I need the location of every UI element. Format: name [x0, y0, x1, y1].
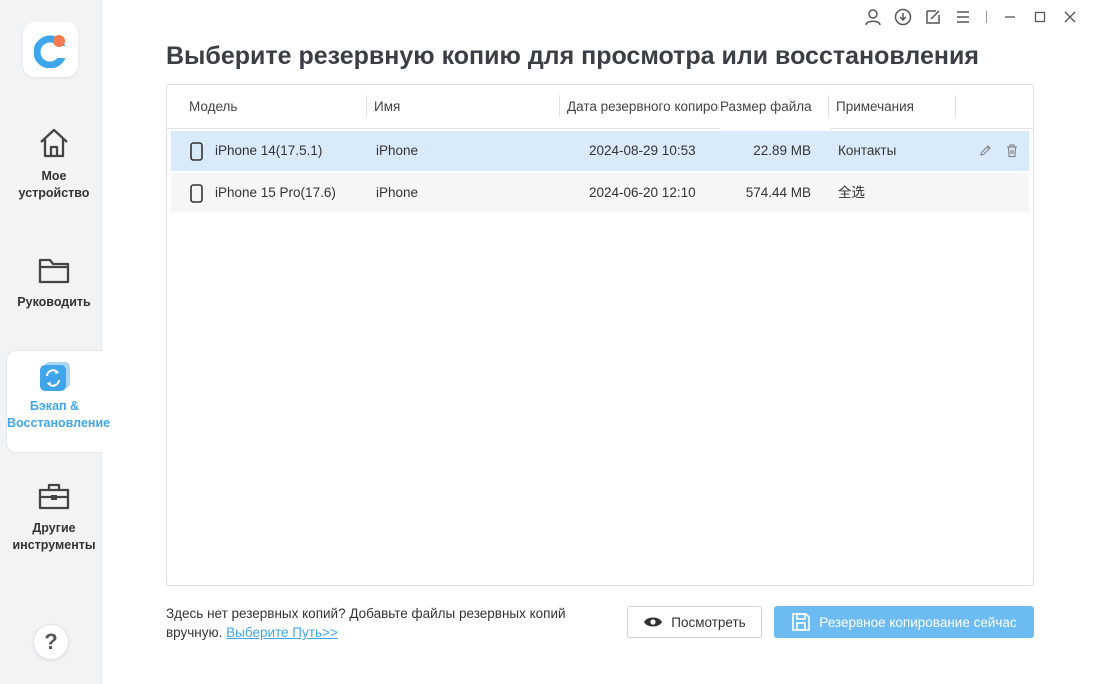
minimize-button[interactable]: [995, 6, 1025, 28]
home-icon: [40, 128, 68, 158]
close-icon: [1064, 11, 1076, 23]
sidebar: Мое устройство Руководить Бэкап & Восста…: [0, 0, 111, 684]
page-title: Выберите резервную копию для просмотра и…: [166, 42, 979, 70]
logo-icon: [33, 34, 68, 68]
minimize-icon: [1005, 16, 1015, 18]
cell-name: iPhone: [376, 185, 419, 200]
cell-note: 全选: [838, 185, 865, 200]
column-divider[interactable]: [366, 95, 367, 117]
download-icon: [894, 8, 912, 26]
phone-icon: [190, 142, 203, 161]
sidebar-item-label: Другие инструменты: [12, 521, 96, 552]
cell-date: 2024-06-20 12:10: [589, 185, 696, 200]
cell-size: 22.89 MB: [753, 143, 811, 158]
sidebar-item-label: Руководить: [17, 295, 91, 309]
cell-model: iPhone 15 Pro(17.6): [215, 185, 336, 200]
feedback-button[interactable]: [918, 6, 948, 28]
titlebar: [858, 6, 1085, 28]
edit-icon[interactable]: [978, 143, 993, 158]
save-icon: [792, 613, 811, 631]
cell-name: iPhone: [376, 143, 419, 158]
choose-path-link[interactable]: Выберите Путь>>: [226, 625, 338, 640]
toolbox-icon: [38, 483, 70, 510]
sidebar-item-my-device[interactable]: Мое устройство: [6, 126, 102, 202]
cell-date: 2024-08-29 10:53: [589, 143, 696, 158]
column-header-name[interactable]: Имя: [374, 85, 554, 129]
table-header: Модель Имя Дата резервного копирования Р…: [167, 85, 1033, 129]
user-icon: [865, 9, 881, 26]
sidebar-item-label: Бэкап & Восстановление: [7, 399, 111, 430]
no-backups-hint: Здесь нет резервных копий? Добавьте файл…: [166, 604, 606, 642]
view-button[interactable]: Посмотреть: [627, 606, 762, 638]
account-button[interactable]: [858, 6, 888, 28]
phone-icon: [190, 184, 203, 203]
cell-note: Контакты: [838, 143, 897, 158]
download-button[interactable]: [888, 6, 918, 28]
sidebar-item-other-tools[interactable]: Другие инструменты: [6, 480, 102, 554]
sidebar-item-label: Мое устройство: [18, 169, 90, 200]
backup-table: Модель Имя Дата резервного копирования Р…: [166, 84, 1034, 586]
backup-now-button[interactable]: Резервное копирование сейчас: [774, 606, 1034, 638]
sidebar-item-backup-restore[interactable]: Бэкап & Восстановление: [6, 350, 111, 453]
column-divider[interactable]: [828, 95, 829, 117]
cell-model: iPhone 14(17.5.1): [215, 143, 323, 158]
maximize-icon: [1034, 11, 1046, 23]
backup-restore-icon: [39, 362, 70, 391]
sidebar-item-manage[interactable]: Руководить: [6, 254, 102, 311]
table-row[interactable]: iPhone 15 Pro(17.6) iPhone 2024-06-20 12…: [171, 173, 1029, 213]
row-actions: [978, 143, 1019, 158]
column-header-model[interactable]: Модель: [189, 85, 359, 129]
column-header-size[interactable]: Размер файла: [720, 85, 830, 129]
column-divider[interactable]: [955, 95, 956, 117]
delete-icon[interactable]: [1005, 143, 1019, 158]
column-header-date[interactable]: Дата резервного копирования: [567, 85, 719, 129]
feedback-icon: [926, 10, 940, 24]
titlebar-divider: [986, 11, 987, 23]
menu-button[interactable]: [948, 6, 978, 28]
folder-icon: [38, 258, 70, 284]
view-button-label: Посмотреть: [671, 614, 746, 630]
app-logo: [23, 22, 78, 77]
eye-icon: [644, 617, 663, 627]
column-header-notes[interactable]: Примечания: [836, 85, 946, 129]
maximize-button[interactable]: [1025, 6, 1055, 28]
help-icon: ?: [44, 629, 58, 654]
help-button[interactable]: ?: [33, 624, 69, 660]
column-divider[interactable]: [559, 95, 560, 117]
cell-size: 574.44 MB: [745, 185, 811, 200]
menu-icon: [957, 11, 969, 23]
table-row[interactable]: iPhone 14(17.5.1) iPhone 2024-08-29 10:5…: [171, 131, 1029, 171]
close-button[interactable]: [1055, 6, 1085, 28]
backup-now-label: Резервное копирование сейчас: [819, 614, 1017, 630]
